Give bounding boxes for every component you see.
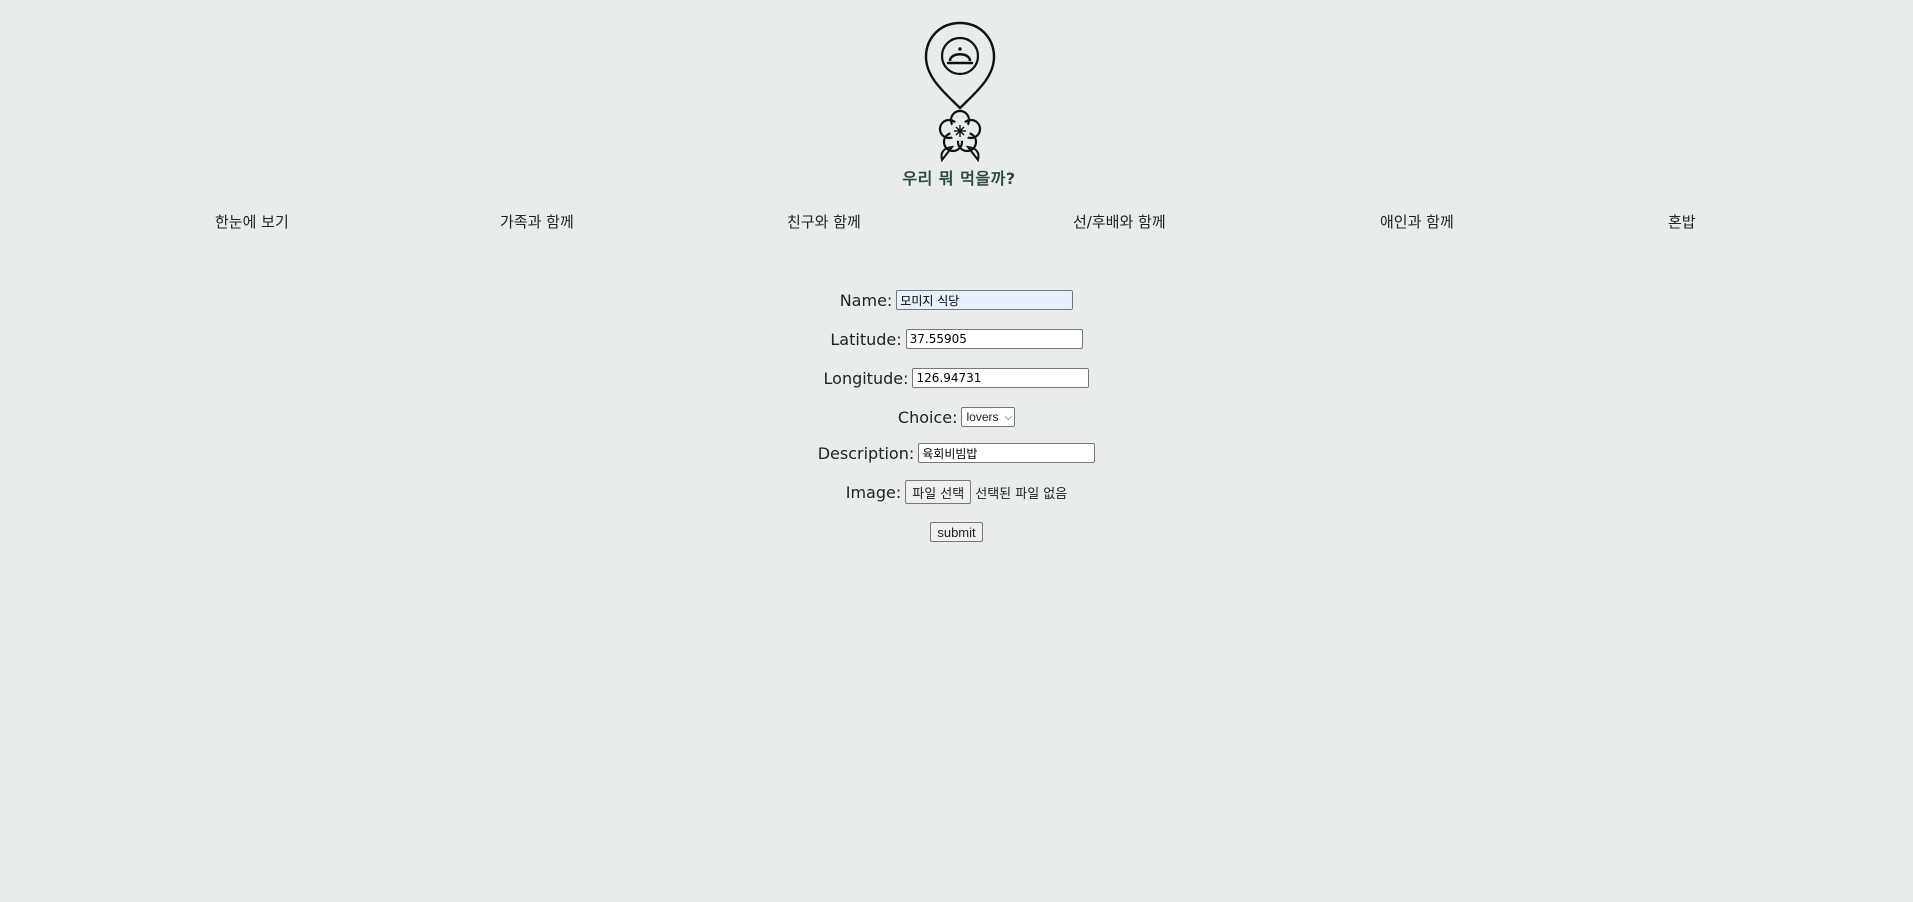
description-input[interactable] [918,443,1096,463]
site-title: 우리 뭐 먹을까? [902,169,1016,188]
submit-button[interactable]: submit [930,522,983,542]
image-row: Image: 파일 선택 선택된 파일 없음 [0,480,1913,504]
nav-item-lovers[interactable]: 애인과 함께 [1380,211,1454,232]
name-row: Name: [0,288,1913,312]
latitude-label: Latitude: [830,329,902,349]
choice-label: Choice: [897,407,958,427]
name-label: Name: [839,290,893,310]
choice-select[interactable]: lovers ⌵ [961,407,1016,427]
nav-item-overview[interactable]: 한눈에 보기 [215,211,289,232]
latitude-row: Latitude: [0,327,1913,351]
choice-selected-value: lovers [966,410,999,424]
description-label: Description: [817,443,915,463]
nav-item-solo[interactable]: 혼밥 [1668,211,1696,232]
longitude-row: Longitude: [0,366,1913,390]
name-input[interactable] [896,290,1074,310]
longitude-input[interactable] [912,368,1090,388]
image-label: Image: [845,482,902,502]
map-pin-cloche-flower-logo [924,21,996,163]
nav-item-seniors-juniors[interactable]: 선/후배와 함께 [1073,211,1166,232]
nav-item-friends[interactable]: 친구와 함께 [787,211,861,232]
description-row: Description: [0,441,1913,465]
submit-row: submit [0,520,1913,544]
chevron-down-icon: ⌵ [1004,411,1013,423]
longitude-label: Longitude: [823,368,909,388]
nav-item-family[interactable]: 가족과 함께 [500,211,574,232]
file-status-text: 선택된 파일 없음 [975,486,1068,502]
choose-file-button[interactable]: 파일 선택 [905,480,972,504]
choice-row: Choice: lovers ⌵ [0,405,1913,429]
latitude-input[interactable] [905,329,1083,349]
page-header: 우리 뭐 먹을까? [0,0,1913,195]
